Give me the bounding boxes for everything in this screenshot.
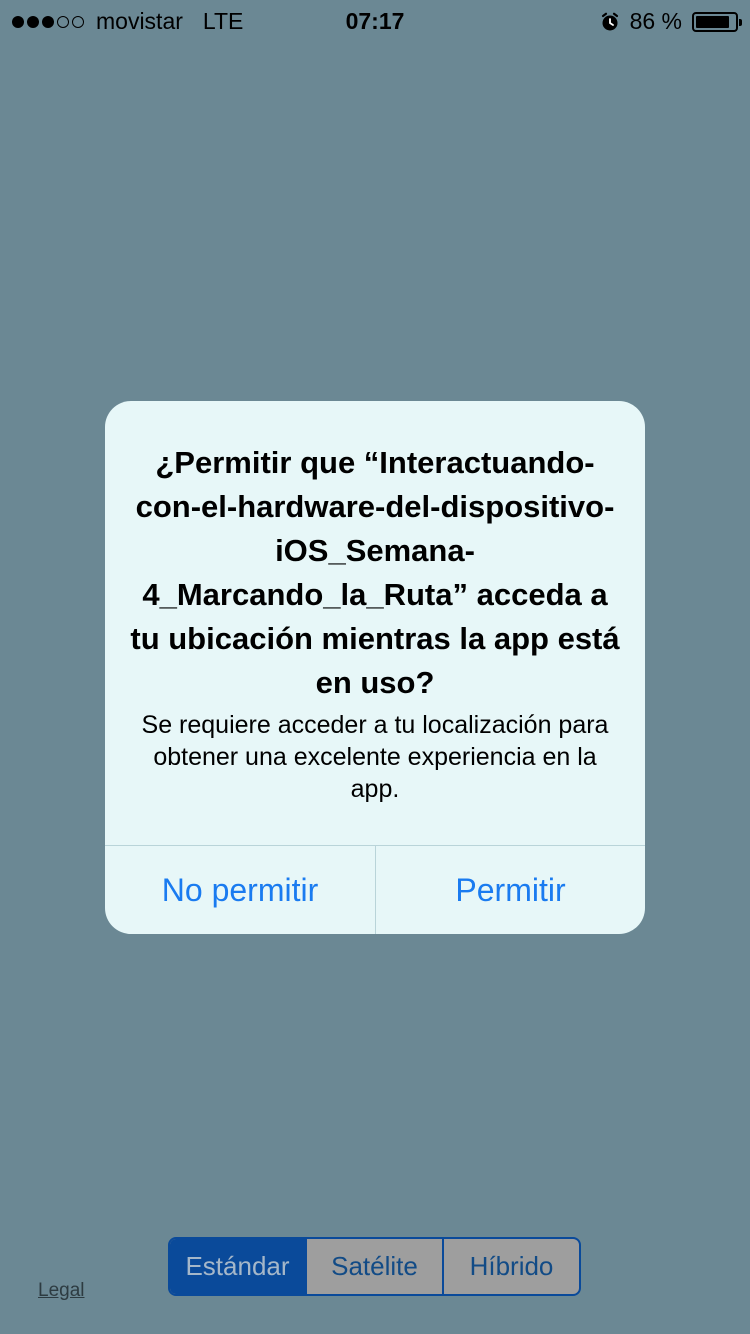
status-right: 86 %	[600, 8, 742, 35]
alarm-clock-icon	[600, 12, 620, 32]
map-type-segmented-control: Estándar Satélite Híbrido	[168, 1237, 581, 1296]
status-bar: movistar LTE 07:17 86 %	[0, 0, 750, 40]
battery-icon	[692, 11, 742, 32]
legal-link[interactable]: Legal	[38, 1280, 85, 1302]
battery-percent: 86 %	[629, 8, 682, 34]
segment-hybrid[interactable]: Híbrido	[442, 1239, 579, 1294]
segment-satellite[interactable]: Satélite	[305, 1239, 442, 1294]
alert-body: ¿Permitir que “Interactuando-con-el-hard…	[129, 421, 621, 805]
alert-message: Se requiere acceder a tu localización pa…	[141, 711, 609, 803]
segment-standard[interactable]: Estándar	[170, 1239, 305, 1294]
battery-fill	[696, 15, 729, 28]
alert-title: ¿Permitir que “Interactuando-con-el-hard…	[130, 445, 620, 700]
allow-button[interactable]: Permitir	[376, 846, 645, 934]
location-permission-alert: ¿Permitir que “Interactuando-con-el-hard…	[105, 401, 645, 934]
deny-button[interactable]: No permitir	[105, 846, 375, 934]
